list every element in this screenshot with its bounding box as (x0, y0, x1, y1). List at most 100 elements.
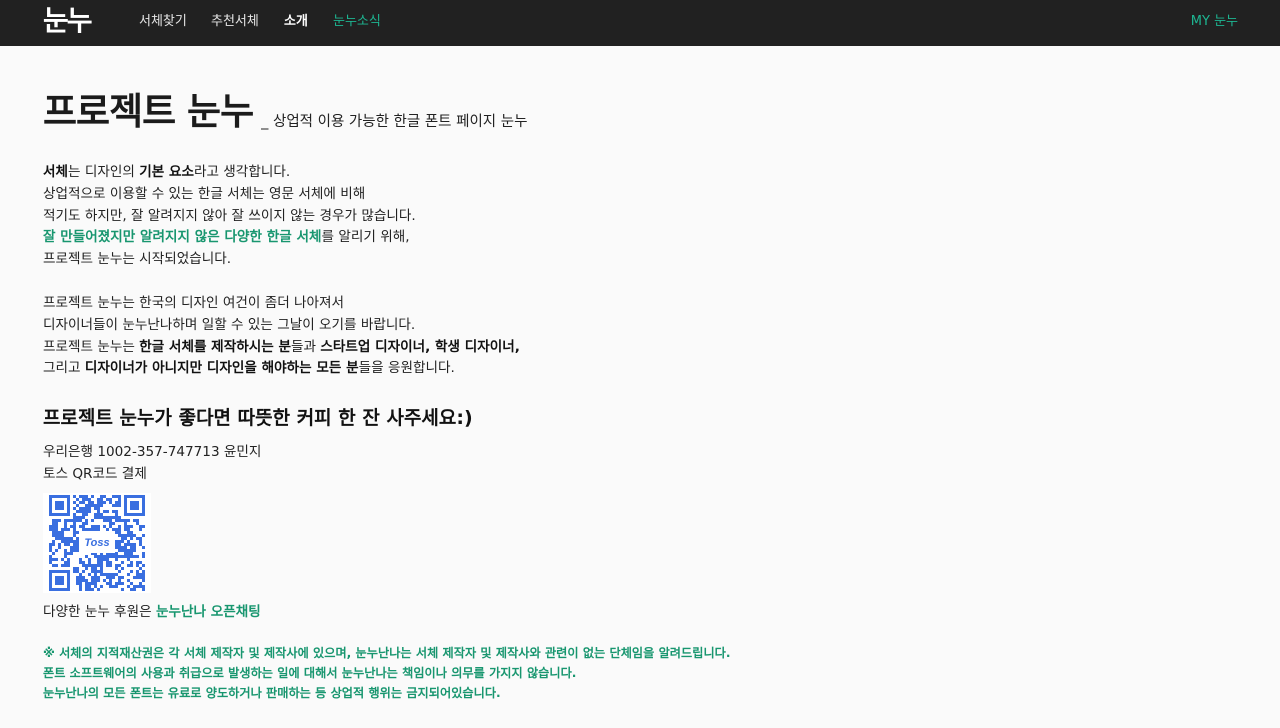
qr-module (109, 578, 112, 582)
qr-module (97, 587, 100, 591)
qr-module (127, 539, 130, 543)
mission-line-4: 그리고 디자이너가 아니지만 디자인을 해야하는 모든 분들을 응원합니다. (43, 358, 1223, 380)
qr-module (85, 578, 88, 582)
qr-code-image: Toss (49, 494, 145, 591)
qr-module (64, 554, 67, 558)
qr-module (133, 575, 136, 579)
qr-module (88, 563, 91, 567)
qr-module (79, 575, 82, 579)
qr-module (73, 530, 76, 534)
page-title: 프로젝트 눈누 (43, 90, 254, 133)
qr-module (100, 566, 103, 570)
qr-module (118, 554, 121, 558)
qr-module (76, 539, 79, 543)
qr-module (97, 497, 100, 501)
qr-module (106, 527, 109, 531)
nav-my-noonnu[interactable]: MY 눈누 (1191, 13, 1238, 31)
support-line: 다양한 눈누 후원은 눈누난나 오픈채팅 (43, 602, 1223, 623)
support-text: 다양한 눈누 후원은 (43, 603, 157, 620)
qr-module (106, 515, 109, 519)
qr-module (124, 518, 127, 522)
qr-module (82, 524, 85, 528)
nav-about[interactable]: 소개 (284, 13, 308, 31)
qr-module (118, 515, 121, 519)
qr-module (67, 536, 70, 540)
qr-module (142, 551, 145, 555)
qr-module (91, 575, 94, 579)
qr-module (100, 512, 103, 516)
qr-module (103, 500, 106, 504)
qr-module (142, 569, 145, 573)
qr-module (79, 557, 82, 561)
qr-module (142, 578, 145, 582)
qr-module (88, 527, 91, 531)
qr-module (76, 575, 79, 579)
qr-module (124, 533, 127, 537)
qr-module (91, 587, 94, 591)
qr-module (91, 518, 94, 522)
qr-module (55, 557, 58, 561)
qr-module (52, 518, 55, 522)
qr-module (115, 542, 118, 546)
qr-module (142, 572, 145, 576)
mission-text: 프로젝트 눈누는 (43, 338, 140, 355)
qr-module (79, 524, 82, 528)
qr-module (76, 566, 79, 570)
qr-module (112, 572, 115, 576)
qr-module (121, 518, 124, 522)
qr-module (61, 557, 64, 561)
toss-qr-code[interactable]: Toss (43, 492, 151, 593)
qr-module (85, 566, 88, 570)
qr-module (115, 503, 118, 507)
qr-module (79, 587, 82, 591)
open-chat-link[interactable]: 눈누난나 오픈채팅 (156, 604, 261, 620)
qr-module (142, 587, 145, 591)
qr-module (115, 572, 118, 576)
qr-module (127, 548, 130, 552)
qr-module (76, 503, 79, 507)
mission-paragraph: 프로젝트 눈누는 한국의 디자인 여건이 좀더 나아져서 디자이너들이 눈누난나… (43, 293, 1223, 380)
qr-module (73, 506, 76, 510)
qr-module (94, 554, 97, 558)
qr-module (76, 530, 79, 534)
qr-module (139, 581, 142, 585)
mission-bold: 한글 서체를 제작하시는 분 (139, 338, 291, 355)
qr-module (112, 515, 115, 519)
qr-module (67, 542, 70, 546)
site-logo[interactable]: 눈누 (43, 2, 93, 42)
qr-module (133, 587, 136, 591)
qr-module (85, 563, 88, 567)
nav-find-fonts[interactable]: 서체찾기 (139, 13, 187, 31)
qr-module (76, 536, 79, 540)
nav-recommended-fonts[interactable]: 추천서체 (211, 13, 259, 31)
qr-module (67, 527, 70, 531)
copyright-notice: ※ 서체의 지적재산권은 각 서체 제작자 및 제작사에 있으며, 눈누난나는 … (43, 643, 1223, 703)
qr-module (79, 518, 82, 522)
qr-module (70, 551, 73, 555)
qr-module (115, 494, 118, 498)
qr-module (52, 539, 55, 543)
qr-module (58, 545, 61, 549)
qr-module (70, 518, 73, 522)
qr-module (94, 524, 97, 528)
qr-module (97, 512, 100, 516)
qr-module (106, 572, 109, 576)
intro-line-4: 잘 만들어졌지만 알려지지 않은 다양한 한글 서체를 알리기 위해, (43, 227, 1223, 249)
qr-module (67, 563, 70, 567)
qr-module (76, 515, 79, 519)
qr-module (136, 560, 139, 564)
qr-module (133, 545, 136, 549)
qr-module (94, 515, 97, 519)
qr-module (67, 518, 70, 522)
qr-module (127, 533, 130, 537)
qr-module (97, 506, 100, 510)
qr-module (130, 548, 133, 552)
qr-module (112, 503, 115, 507)
qr-module (73, 539, 76, 543)
qr-module (100, 563, 103, 567)
qr-module (55, 536, 58, 540)
nav-news[interactable]: 눈누소식 (333, 13, 381, 31)
qr-module (139, 560, 142, 564)
qr-module (142, 545, 145, 549)
qr-module (73, 548, 76, 552)
